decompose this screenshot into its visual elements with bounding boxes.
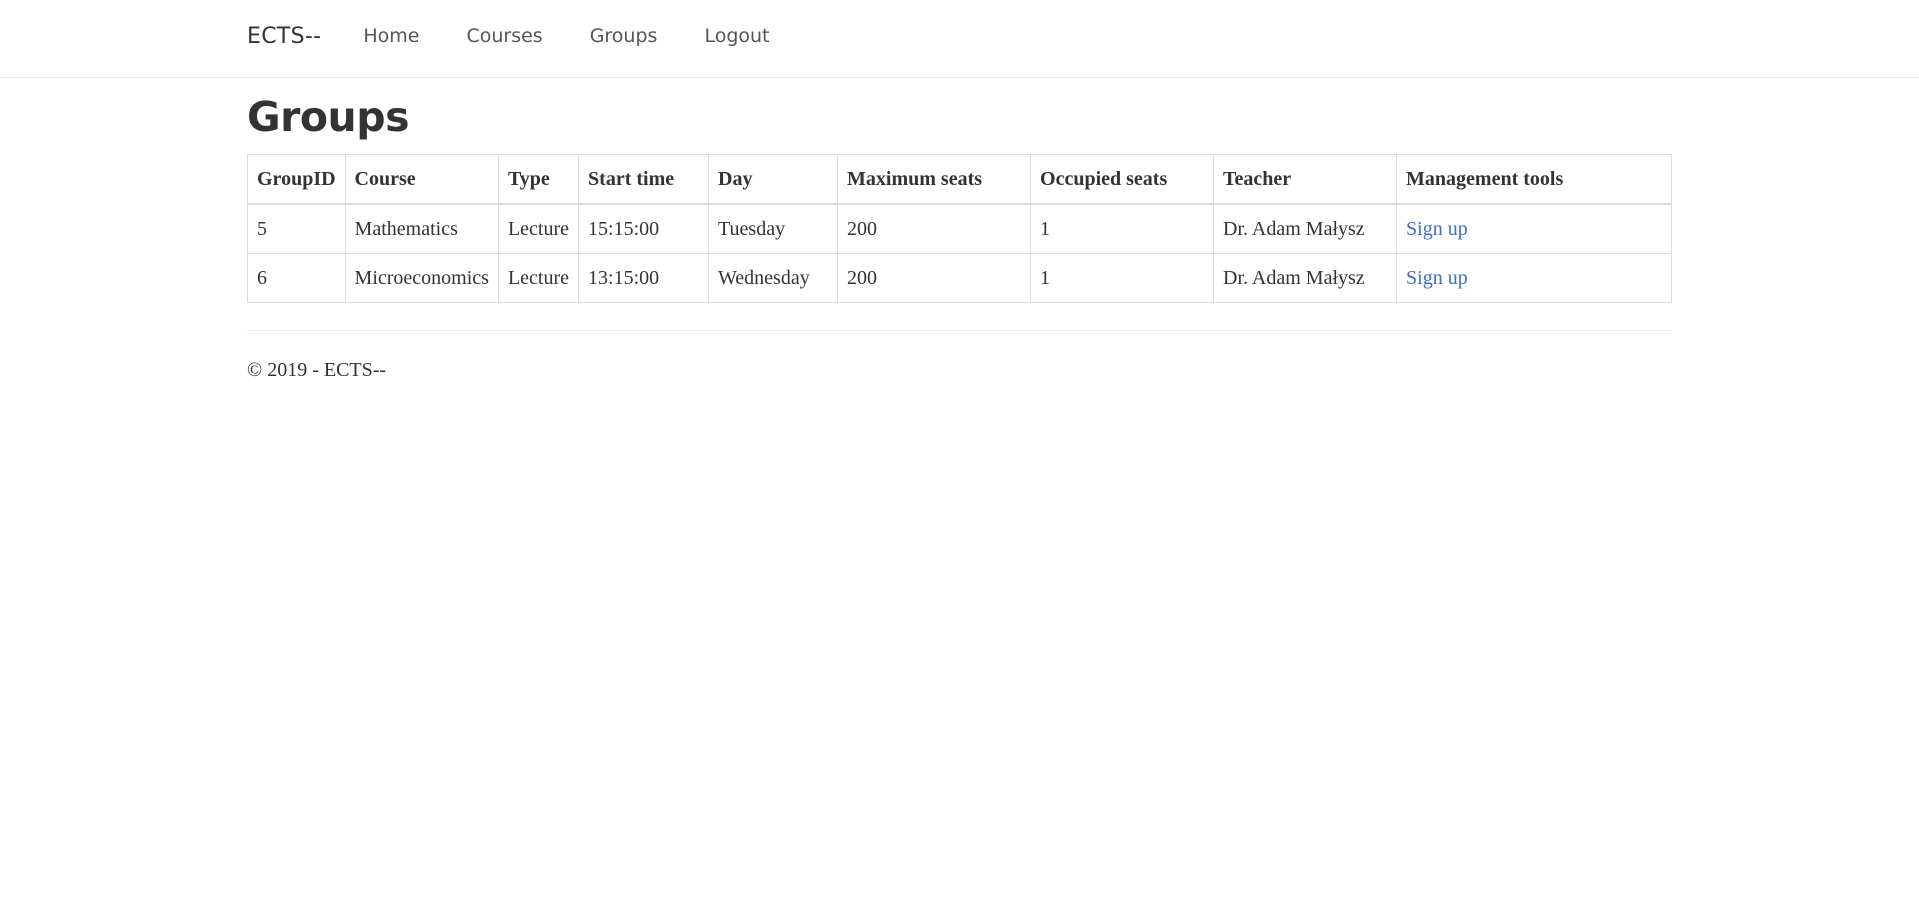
cell-type: Lecture [497, 253, 580, 303]
cell-course: Microeconomics [344, 253, 499, 303]
cell-start-time: 15:15:00 [578, 203, 710, 254]
column-header-occupied-seats: Occupied seats [1030, 154, 1215, 205]
cell-type: Lecture [497, 203, 580, 254]
page-title: Groups [247, 93, 409, 141]
column-header-management-tools: Management tools [1396, 154, 1672, 205]
cell-maximum-seats: 200 [837, 253, 1032, 303]
cell-course: Mathematics [344, 203, 499, 254]
nav-inner: ECTS-- Home Courses Groups Logout [247, 0, 817, 72]
nav-link-home[interactable]: Home [363, 25, 419, 47]
cell-occupied-seats: 1 [1030, 203, 1215, 254]
cell-management-tools: Sign up [1396, 203, 1672, 254]
column-header-course: Course [344, 154, 499, 205]
column-header-teacher: Teacher [1213, 154, 1398, 205]
cell-day: Tuesday [708, 203, 839, 254]
navbar: ECTS-- Home Courses Groups Logout [0, 0, 1919, 78]
nav-link-groups[interactable]: Groups [590, 25, 658, 47]
cell-groupid: 5 [247, 203, 346, 254]
cell-management-tools: Sign up [1396, 253, 1672, 303]
cell-teacher: Dr. Adam Małysz [1213, 253, 1398, 303]
table-row: 5 Mathematics Lecture 15:15:00 Tuesday 2… [247, 203, 1672, 254]
cell-day: Wednesday [708, 253, 839, 303]
nav-link-courses[interactable]: Courses [466, 25, 542, 47]
main-container: Groups GroupID Course Type Start time Da… [247, 78, 1672, 382]
brand-link[interactable]: ECTS-- [247, 24, 321, 49]
column-header-maximum-seats: Maximum seats [837, 154, 1032, 205]
cell-groupid: 6 [247, 253, 346, 303]
cell-maximum-seats: 200 [837, 203, 1032, 254]
column-header-start-time: Start time [578, 154, 710, 205]
nav-link-logout[interactable]: Logout [704, 25, 769, 47]
cell-start-time: 13:15:00 [578, 253, 710, 303]
column-header-groupid: GroupID [247, 154, 346, 205]
footer-copyright: © 2019 - ECTS-- [247, 359, 387, 381]
groups-table: GroupID Course Type Start time Day Maxim… [247, 154, 1672, 303]
footer-divider [247, 330, 1672, 331]
table-header-row: GroupID Course Type Start time Day Maxim… [247, 154, 1672, 205]
sign-up-link[interactable]: Sign up [1406, 267, 1468, 289]
column-header-day: Day [708, 154, 839, 205]
cell-occupied-seats: 1 [1030, 253, 1215, 303]
sign-up-link[interactable]: Sign up [1406, 218, 1468, 240]
table-row: 6 Microeconomics Lecture 13:15:00 Wednes… [247, 253, 1672, 303]
cell-teacher: Dr. Adam Małysz [1213, 203, 1398, 254]
column-header-type: Type [497, 154, 580, 205]
